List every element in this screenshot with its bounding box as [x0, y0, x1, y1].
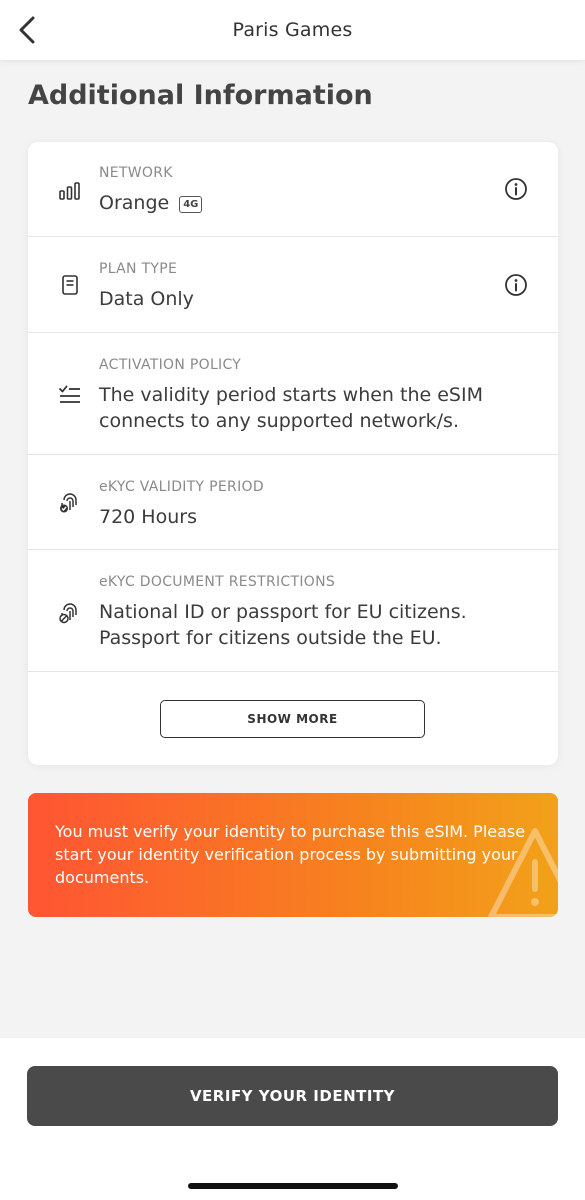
page-title: Paris Games — [232, 19, 353, 41]
ekyc-restrictions-label: eKYC DOCUMENT RESTRICTIONS — [99, 574, 336, 590]
info-row-network: NETWORK Orange 4G — [28, 142, 558, 237]
show-more-button[interactable]: SHOW MORE — [160, 700, 425, 738]
document-icon — [62, 275, 78, 295]
ekyc-validity-value: 720 Hours — [99, 506, 197, 528]
fingerprint-check-icon — [60, 493, 77, 513]
verification-alert: You must verify your identity to purchas… — [28, 793, 558, 917]
verify-identity-button[interactable]: VERIFY YOUR IDENTITY — [27, 1066, 558, 1126]
info-row-ekyc-restrictions: eKYC DOCUMENT RESTRICTIONS National ID o… — [28, 550, 558, 672]
home-indicator — [188, 1183, 398, 1189]
signal-bars-icon — [59, 182, 80, 200]
network-name: Orange — [99, 192, 170, 214]
alert-message: You must verify your identity to purchas… — [55, 822, 526, 887]
activation-policy-value: The validity period starts when the eSIM… — [99, 384, 483, 432]
info-card: NETWORK Orange 4G PLAN TYPE Data Only AC… — [28, 142, 558, 765]
activation-policy-label: ACTIVATION POLICY — [99, 357, 242, 373]
plan-type-value: Data Only — [99, 288, 194, 310]
section-title: Additional Information — [28, 80, 373, 111]
plan-type-label: PLAN TYPE — [99, 261, 178, 277]
warning-triangle-icon — [488, 828, 558, 917]
top-nav-bar: Paris Games — [0, 0, 585, 60]
ekyc-restrictions-value: National ID or passport for EU citizens.… — [99, 601, 467, 649]
network-value: Orange 4G — [99, 190, 519, 216]
info-row-ekyc-validity: eKYC VALIDITY PERIOD 720 Hours — [28, 455, 558, 550]
fingerprint-block-icon — [59, 603, 77, 624]
ekyc-validity-label: eKYC VALIDITY PERIOD — [99, 479, 264, 495]
info-icon[interactable] — [504, 177, 528, 201]
checklist-icon — [59, 385, 80, 403]
info-row-activation-policy: ACTIVATION POLICY The validity period st… — [28, 333, 558, 455]
info-row-plan-type: PLAN TYPE Data Only — [28, 237, 558, 333]
bottom-action-bar: VERIFY YOUR IDENTITY — [0, 1038, 585, 1200]
info-icon[interactable] — [504, 273, 528, 297]
network-label: NETWORK — [99, 165, 173, 181]
network-badge: 4G — [179, 196, 203, 213]
